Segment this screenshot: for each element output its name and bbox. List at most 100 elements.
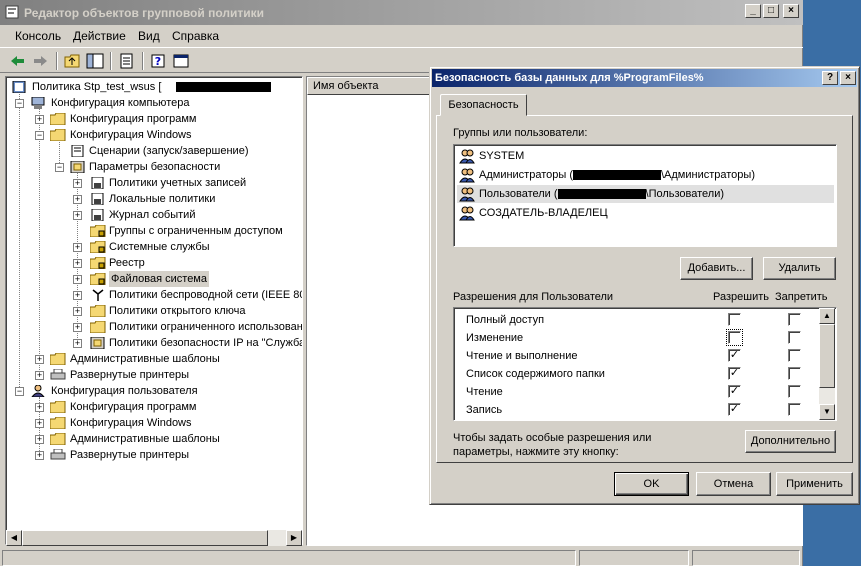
scroll-thumb[interactable] bbox=[22, 530, 268, 546]
deny-checkbox[interactable] bbox=[788, 385, 801, 398]
tab-security[interactable]: Безопасность bbox=[440, 94, 527, 116]
expand-toggle[interactable]: + bbox=[73, 339, 82, 348]
allow-checkbox[interactable] bbox=[726, 329, 743, 346]
expand-toggle[interactable]: + bbox=[35, 403, 44, 412]
main-title-bar[interactable]: Редактор объектов групповой политики _ □… bbox=[0, 0, 803, 25]
expand-toggle[interactable]: + bbox=[73, 179, 82, 188]
menu-action[interactable]: Действие bbox=[73, 29, 126, 43]
permission-name: Список содержимого папки bbox=[466, 368, 605, 380]
forward-arrow-icon[interactable] bbox=[30, 52, 50, 70]
permissions-scrollbar[interactable]: ▲ ▼ bbox=[819, 308, 835, 420]
column-header-name[interactable]: Имя объекта bbox=[307, 77, 431, 95]
policy-book-icon bbox=[91, 177, 104, 189]
users-group-icon bbox=[459, 168, 475, 183]
tree-label: Параметры безопасности bbox=[89, 161, 221, 173]
folder-icon bbox=[50, 353, 66, 365]
dialog-close-button[interactable]: × bbox=[840, 71, 856, 85]
tree-label: Реестр bbox=[109, 257, 145, 269]
expand-toggle[interactable]: + bbox=[35, 115, 44, 124]
folder-lock-icon bbox=[90, 225, 106, 237]
policy-book-icon bbox=[91, 209, 104, 221]
status-cell bbox=[692, 550, 800, 566]
collapse-toggle[interactable]: − bbox=[55, 163, 64, 172]
redacted-text bbox=[573, 170, 661, 181]
expand-toggle[interactable]: + bbox=[73, 211, 82, 220]
expand-toggle[interactable]: + bbox=[35, 435, 44, 444]
help-icon[interactable]: ? bbox=[149, 52, 169, 70]
apply-button[interactable]: Применить bbox=[776, 472, 853, 496]
remove-button[interactable]: Удалить bbox=[763, 257, 836, 280]
folder-lock-icon bbox=[90, 273, 106, 285]
ip-security-icon bbox=[90, 337, 105, 349]
permissions-list[interactable]: Полный доступ Изменение Чтение и выполне… bbox=[453, 307, 837, 421]
expand-toggle[interactable]: + bbox=[73, 323, 82, 332]
expand-toggle[interactable]: + bbox=[73, 307, 82, 316]
tree-horizontal-scrollbar[interactable]: ◀ ▶ bbox=[6, 530, 302, 546]
group-item-administrators[interactable]: Администраторы (\Администраторы) bbox=[457, 166, 834, 184]
deny-checkbox[interactable] bbox=[788, 403, 801, 416]
expand-toggle[interactable]: + bbox=[73, 195, 82, 204]
expand-toggle[interactable]: + bbox=[73, 243, 82, 252]
dialog-help-button[interactable]: ? bbox=[822, 71, 838, 85]
permission-name: Изменение bbox=[466, 332, 524, 344]
scroll-thumb[interactable] bbox=[819, 324, 835, 388]
scroll-left-icon[interactable]: ◀ bbox=[6, 530, 22, 546]
allow-checkbox[interactable]: ✓ bbox=[728, 349, 741, 362]
group-item-creator-owner[interactable]: СОЗДАТЕЛЬ-ВЛАДЕЛЕЦ bbox=[457, 204, 834, 222]
expand-toggle[interactable]: + bbox=[35, 371, 44, 380]
dialog-title-bar[interactable]: Безопасность базы данных для %ProgramFil… bbox=[432, 69, 857, 87]
expand-toggle[interactable]: + bbox=[73, 275, 82, 284]
tree-pane[interactable]: Политика Stp_test_wsus [ − Конфигурация … bbox=[5, 76, 303, 545]
deny-checkbox[interactable] bbox=[788, 313, 801, 326]
permission-name: Чтение и выполнение bbox=[466, 350, 578, 362]
scroll-up-icon[interactable]: ▲ bbox=[819, 308, 835, 324]
folder-icon bbox=[90, 321, 106, 333]
allow-checkbox[interactable] bbox=[728, 313, 741, 326]
menu-help[interactable]: Справка bbox=[172, 29, 219, 43]
collapse-toggle[interactable]: − bbox=[15, 387, 24, 396]
add-button[interactable]: Добавить... bbox=[680, 257, 753, 280]
groups-label: Группы или пользователи: bbox=[453, 127, 588, 139]
expand-toggle[interactable]: + bbox=[35, 355, 44, 364]
groups-listbox[interactable]: SYSTEM Администраторы (\Администраторы) … bbox=[453, 144, 837, 247]
folder-open-icon bbox=[50, 129, 66, 141]
expand-toggle[interactable]: + bbox=[73, 291, 82, 300]
expand-toggle[interactable]: + bbox=[35, 419, 44, 428]
cancel-button[interactable]: Отмена bbox=[696, 472, 771, 496]
up-folder-icon[interactable] bbox=[63, 52, 83, 70]
antenna-icon bbox=[92, 289, 104, 301]
deny-checkbox[interactable] bbox=[788, 331, 801, 344]
back-arrow-icon[interactable] bbox=[8, 52, 28, 70]
status-bar bbox=[0, 548, 803, 566]
expand-toggle[interactable]: + bbox=[35, 451, 44, 460]
minimize-button[interactable]: _ bbox=[745, 4, 761, 18]
allow-checkbox[interactable]: ✓ bbox=[728, 385, 741, 398]
redacted-text bbox=[176, 82, 271, 92]
group-item-users[interactable]: Пользователи (\Пользователи) bbox=[457, 185, 834, 203]
tree-label: Группы с ограниченным доступом bbox=[109, 225, 283, 237]
computer-icon bbox=[31, 97, 45, 109]
group-name: SYSTEM bbox=[479, 150, 525, 162]
maximize-button[interactable]: □ bbox=[763, 4, 779, 18]
advanced-button[interactable]: Дополнительно bbox=[745, 430, 836, 453]
deny-checkbox[interactable] bbox=[788, 367, 801, 380]
advanced-hint: Чтобы задать особые разрешения или парам… bbox=[453, 431, 651, 459]
group-name: Пользователи ( bbox=[479, 188, 558, 200]
collapse-toggle[interactable]: − bbox=[15, 99, 24, 108]
collapse-toggle[interactable]: − bbox=[35, 131, 44, 140]
menu-console[interactable]: Консоль bbox=[15, 29, 61, 43]
allow-checkbox[interactable]: ✓ bbox=[728, 403, 741, 416]
scroll-right-icon[interactable]: ▶ bbox=[286, 530, 302, 546]
export-list-icon[interactable] bbox=[117, 52, 137, 70]
allow-checkbox[interactable]: ✓ bbox=[728, 367, 741, 380]
close-button[interactable]: × bbox=[783, 4, 799, 18]
group-item-system[interactable]: SYSTEM bbox=[457, 147, 834, 165]
properties-icon[interactable] bbox=[171, 52, 191, 70]
menu-view[interactable]: Вид bbox=[138, 29, 160, 43]
show-hide-tree-icon[interactable] bbox=[85, 52, 105, 70]
tree-label: Административные шаблоны bbox=[70, 353, 220, 365]
deny-checkbox[interactable] bbox=[788, 349, 801, 362]
ok-button[interactable]: OK bbox=[614, 472, 689, 496]
scroll-down-icon[interactable]: ▼ bbox=[819, 404, 835, 420]
expand-toggle[interactable]: + bbox=[73, 259, 82, 268]
